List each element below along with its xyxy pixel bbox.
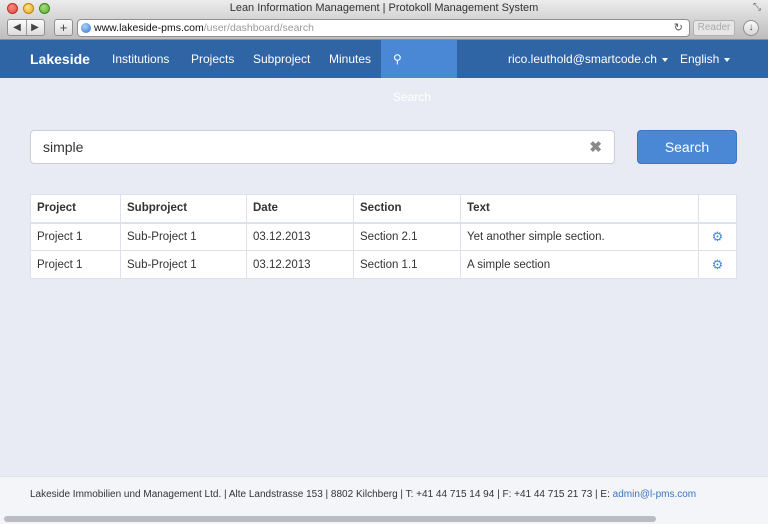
language-label: English [680,52,720,66]
results-table: Project Subproject Date Section Text Pro… [30,194,737,279]
table-row: Project 1 Sub-Project 1 03.12.2013 Secti… [30,250,737,279]
gear-icon[interactable]: ⚙ [712,229,724,244]
close-window-button[interactable] [7,3,18,14]
url-path: /user/dashboard/search [203,22,315,34]
cell-text: Yet another simple section. [460,222,699,251]
header-text: Text [460,194,699,224]
footer-email-link[interactable]: admin@l-pms.com [613,489,697,500]
fullscreen-icon[interactable]: ⤡ [751,2,763,14]
page: Lakeside Institutions Projects Subprojec… [0,40,768,524]
back-forward-control: ◀ ▶ [7,19,45,36]
download-icon[interactable]: ↓ [743,20,759,36]
footer-text: Lakeside Immobilien und Management Ltd. … [30,489,613,500]
table-row: Project 1 Sub-Project 1 03.12.2013 Secti… [30,222,737,251]
header-date: Date [246,194,354,224]
gear-icon[interactable]: ⚙ [712,257,724,272]
search-button[interactable]: Search [637,130,737,164]
search-icon: ⚲ [393,52,402,66]
cell-project: Project 1 [30,222,121,251]
reader-button[interactable]: Reader [693,20,735,36]
chevron-down-icon [724,57,731,62]
clear-icon[interactable]: ✖ [589,138,602,156]
cell-section: Section 1.1 [353,250,461,279]
scrollbar-thumb[interactable] [4,516,656,522]
chevron-down-icon [661,57,668,62]
brand-logo[interactable]: Lakeside [30,40,90,78]
nav-subproject[interactable]: Subproject [253,40,310,78]
language-menu[interactable]: English [680,40,731,78]
table-header-row: Project Subproject Date Section Text [30,194,737,224]
header-section: Section [353,194,461,224]
reload-icon[interactable]: ↻ [674,20,683,36]
header-project: Project [30,194,121,224]
forward-icon[interactable]: ▶ [26,20,44,35]
user-menu[interactable]: rico.leuthold@smartcode.ch [508,40,668,78]
cell-text: A simple section [460,250,699,279]
browser-toolbar: ◀ ▶ + www.lakeside-pms.com/user/dashboard… [0,16,768,40]
header-subproject: Subproject [120,194,247,224]
minimize-window-button[interactable] [23,3,34,14]
cell-date: 03.12.2013 [246,222,354,251]
globe-icon [81,23,91,33]
search-input[interactable] [43,131,583,163]
cell-subproject: Sub-Project 1 [120,222,247,251]
zoom-window-button[interactable] [39,3,50,14]
window-titlebar: Lean Information Management | Protokoll … [0,0,768,16]
search-field: ✖ [30,130,615,164]
horizontal-scrollbar[interactable] [0,514,768,524]
address-bar[interactable]: www.lakeside-pms.com/user/dashboard/sear… [77,19,690,37]
header-actions [698,194,737,224]
user-email: rico.leuthold@smartcode.ch [508,52,657,66]
nav-projects[interactable]: Projects [191,40,234,78]
nav-institutions[interactable]: Institutions [112,40,169,78]
nav-minutes[interactable]: Minutes [329,40,371,78]
back-icon[interactable]: ◀ [8,20,26,35]
cell-date: 03.12.2013 [246,250,354,279]
top-navbar: Lakeside Institutions Projects Subprojec… [0,40,768,104]
nav-search-label: Search [393,90,432,104]
cell-project: Project 1 [30,250,121,279]
window-title: Lean Information Management | Protokoll … [229,2,539,14]
url-host: www.lakeside-pms.com [94,22,204,34]
cell-section: Section 2.1 [353,222,461,251]
cell-subproject: Sub-Project 1 [120,250,247,279]
new-tab-button[interactable]: + [54,19,73,36]
nav-search[interactable]: ⚲ Search [381,40,457,104]
